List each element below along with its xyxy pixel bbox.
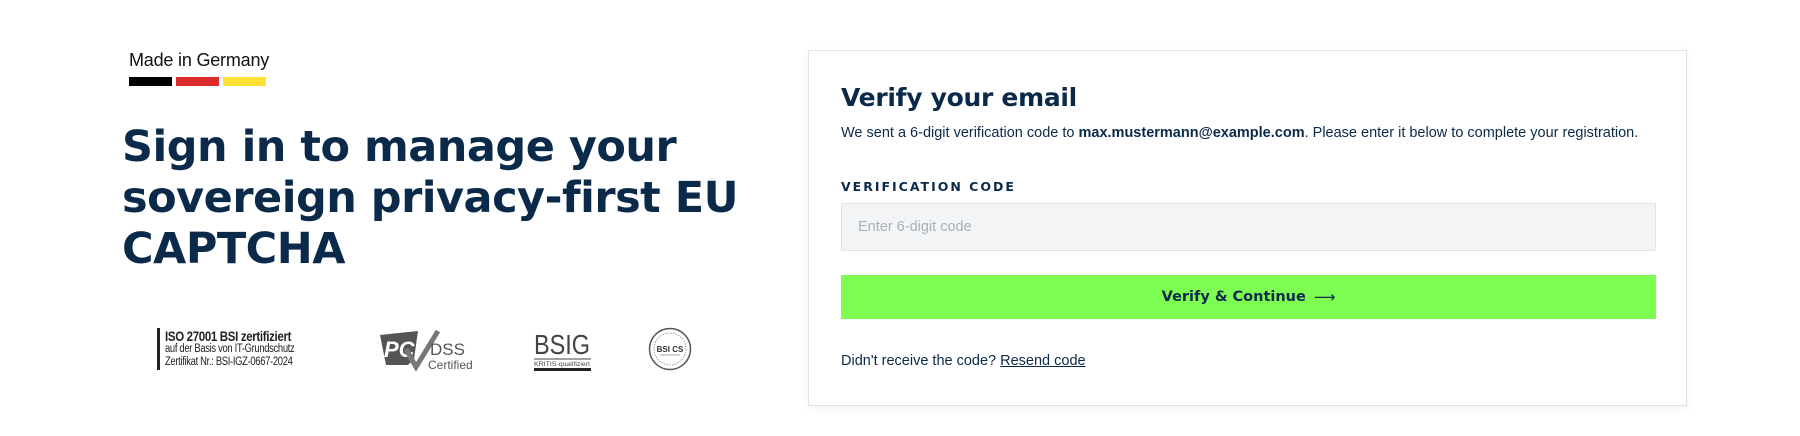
verification-code-label: VERIFICATION CODE [841, 179, 1016, 194]
flag-stripe-black [129, 77, 172, 86]
certification-logos: ISO 27001 BSI zertifiziert auf der Basis… [157, 326, 692, 372]
verification-code-input[interactable] [841, 203, 1656, 251]
bsig-kritis-logo: BSIG KRITIS-qualifiziert [533, 329, 591, 371]
pci-dss-logo: PCI DSS Certified [379, 329, 473, 371]
verify-email-card: Verify your email We sent a 6-digit veri… [808, 50, 1687, 406]
flag-stripe-gold [223, 77, 266, 86]
iso-line-2: auf der Basis von IT-Grundschutz [165, 342, 295, 355]
pci-dss-text: DSS [430, 340, 465, 359]
verify-continue-button[interactable]: Verify & Continue ⟶ [841, 275, 1656, 319]
german-flag-icon [129, 77, 269, 86]
bsi-cs-seal-icon: BSI CS [648, 327, 692, 371]
page-headline: Sign in to manage your sovereign privacy… [122, 122, 739, 274]
iso-line-1: ISO 27001 BSI zertifiziert [165, 327, 292, 344]
iso-bar [157, 328, 160, 370]
card-title: Verify your email [841, 83, 1077, 112]
resend-prompt: Didn't receive the code? [841, 353, 1001, 369]
flag-stripe-red [176, 77, 219, 86]
verify-button-label: Verify & Continue [1161, 289, 1306, 305]
card-description: We sent a 6-digit verification code to m… [841, 125, 1661, 141]
arrow-right-icon: ⟶ [1313, 288, 1336, 306]
resend-code-link[interactable]: Resend code [1000, 353, 1085, 369]
user-email: max.mustermann@example.com [1078, 125, 1305, 141]
iso-27001-logo: ISO 27001 BSI zertifiziert auf der Basis… [157, 328, 323, 370]
pci-mark: PCI [384, 337, 422, 362]
desc-prefix: We sent a 6-digit verification code to [841, 125, 1079, 141]
resend-row: Didn't receive the code? Resend code [841, 353, 1086, 369]
made-in-label: Made in Germany [129, 50, 270, 70]
made-in-germany-badge: Made in Germany [129, 50, 269, 86]
bsig-sub: KRITIS-qualifiziert [534, 362, 590, 368]
pci-certified-text: Certified [428, 358, 473, 371]
bsig-mark: BSIG [534, 329, 590, 360]
iso-line-3: Zertifikat Nr.: BSI-IGZ-0667-2024 [165, 355, 293, 368]
desc-suffix: . Please enter it below to complete your… [1304, 125, 1639, 141]
bsics-mark: BSI CS [657, 345, 684, 354]
